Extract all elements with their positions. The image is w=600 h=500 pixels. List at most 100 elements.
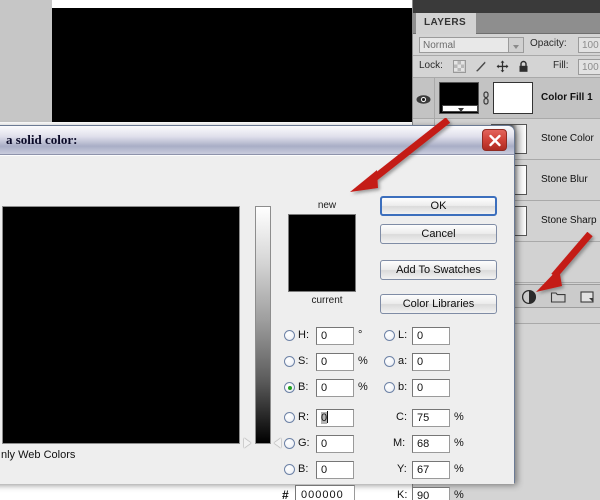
saturation-unit: % bbox=[358, 355, 368, 367]
add-to-swatches-label: Add To Swatches bbox=[396, 264, 481, 276]
ok-button[interactable]: OK bbox=[380, 196, 497, 216]
lock-position-icon[interactable] bbox=[496, 60, 509, 73]
lock-transparent-pixels-icon[interactable] bbox=[453, 60, 466, 73]
lock-image-pixels-icon[interactable] bbox=[474, 60, 487, 73]
lab-b-input[interactable]: 0 bbox=[412, 379, 450, 397]
chevron-down-icon[interactable] bbox=[509, 37, 524, 53]
green-label: G: bbox=[298, 437, 310, 449]
magenta-unit: % bbox=[454, 437, 464, 449]
text-caret bbox=[327, 411, 329, 423]
photoshop-screenshot: LAYERS Normal Opacity: 100 Lock: Fill: 1… bbox=[0, 0, 600, 500]
radio-hue[interactable] bbox=[284, 330, 295, 341]
dialog-title-bar[interactable]: a solid color: bbox=[0, 126, 514, 155]
radio-red[interactable] bbox=[284, 412, 295, 423]
color-slider-strip[interactable] bbox=[255, 206, 271, 444]
hue-label: H: bbox=[298, 329, 309, 341]
lock-all-icon[interactable] bbox=[517, 60, 530, 73]
new-color-label: new bbox=[317, 200, 337, 211]
table-row[interactable]: Color Fill 1 bbox=[413, 78, 600, 119]
opacity-input[interactable]: 100 bbox=[578, 37, 600, 53]
lab-b-value: 0 bbox=[417, 382, 424, 394]
blue-input[interactable]: 0 bbox=[316, 461, 354, 479]
new-layer-icon[interactable] bbox=[579, 289, 596, 305]
lock-row: Lock: Fill: 100 bbox=[413, 56, 600, 78]
cancel-button-label: Cancel bbox=[421, 228, 456, 240]
adjustment-layer-icon[interactable] bbox=[521, 289, 538, 305]
cyan-input[interactable]: 75 bbox=[412, 409, 450, 427]
green-value: 0 bbox=[321, 438, 328, 450]
black-unit: % bbox=[454, 489, 464, 500]
lab-a-input[interactable]: 0 bbox=[412, 353, 450, 371]
radio-lab-b[interactable] bbox=[384, 382, 395, 393]
yellow-value: 67 bbox=[417, 464, 430, 476]
toolbar-gutter bbox=[0, 0, 52, 122]
green-input[interactable]: 0 bbox=[316, 435, 354, 453]
lightness-value: 0 bbox=[417, 330, 424, 342]
document-canvas[interactable] bbox=[52, 8, 412, 122]
panel-title-bar[interactable] bbox=[413, 0, 600, 13]
radio-lab-a[interactable] bbox=[384, 356, 395, 367]
slider-handle-left-icon[interactable] bbox=[244, 438, 251, 448]
blend-mode-select[interactable]: Normal bbox=[419, 37, 509, 53]
tab-layers-label: LAYERS bbox=[424, 17, 467, 28]
blend-mode-row: Normal Opacity: 100 bbox=[413, 34, 600, 56]
opacity-label: Opacity: bbox=[530, 38, 567, 49]
magenta-input[interactable]: 68 bbox=[412, 435, 450, 453]
cyan-label: C: bbox=[396, 411, 407, 423]
hex-symbol: # bbox=[282, 488, 289, 500]
opacity-value: 100 bbox=[582, 40, 599, 51]
color-field[interactable] bbox=[2, 206, 240, 444]
radio-saturation[interactable] bbox=[284, 356, 295, 367]
cancel-button[interactable]: Cancel bbox=[380, 224, 497, 244]
magenta-value: 68 bbox=[417, 438, 430, 450]
lock-icon-group bbox=[453, 60, 534, 78]
black-input[interactable]: 90 bbox=[412, 487, 450, 500]
saturation-value: 0 bbox=[321, 356, 328, 368]
hue-unit: ° bbox=[358, 329, 363, 341]
lightness-label: L: bbox=[398, 329, 408, 341]
link-mask-icon[interactable] bbox=[482, 91, 490, 105]
red-label: R: bbox=[298, 411, 309, 423]
brightness-input[interactable]: 0 bbox=[316, 379, 354, 397]
magenta-label: M: bbox=[393, 437, 406, 449]
fill-value: 100 bbox=[582, 62, 599, 73]
tab-layers[interactable]: LAYERS bbox=[416, 13, 477, 34]
layer-name: Stone Sharp bbox=[541, 215, 597, 226]
yellow-unit: % bbox=[454, 463, 464, 475]
only-web-colors-label: nly Web Colors bbox=[1, 449, 76, 461]
close-icon[interactable] bbox=[482, 129, 507, 151]
black-value: 90 bbox=[417, 490, 430, 500]
dialog-title: a solid color: bbox=[6, 132, 78, 147]
slider-handle-right-icon[interactable] bbox=[274, 438, 281, 448]
color-libraries-button[interactable]: Color Libraries bbox=[380, 294, 497, 314]
layer-visibility-cell[interactable] bbox=[413, 78, 435, 118]
eye-icon[interactable] bbox=[416, 92, 431, 104]
radio-brightness[interactable] bbox=[284, 382, 295, 393]
saturation-label: S: bbox=[298, 355, 309, 367]
radio-blue[interactable] bbox=[284, 464, 295, 475]
color-slider[interactable] bbox=[244, 206, 281, 448]
layer-mask-thumbnail[interactable] bbox=[493, 82, 533, 114]
layer-name: Stone Color bbox=[541, 133, 594, 144]
brightness-unit: % bbox=[358, 381, 368, 393]
layer-thumbnail[interactable] bbox=[439, 82, 479, 114]
lock-label: Lock: bbox=[419, 60, 443, 71]
color-picker-dialog: a solid color: new current OK Cancel Add… bbox=[0, 125, 515, 500]
ok-button-label: OK bbox=[430, 200, 447, 212]
yellow-input[interactable]: 67 bbox=[412, 461, 450, 479]
lab-b-label: b: bbox=[398, 381, 408, 393]
new-color-swatch[interactable] bbox=[288, 214, 356, 292]
new-group-icon[interactable] bbox=[550, 289, 567, 305]
gradient-stop-bar bbox=[442, 105, 478, 112]
lab-a-value: 0 bbox=[417, 356, 424, 368]
hue-input[interactable]: 0 bbox=[316, 327, 354, 345]
add-to-swatches-button[interactable]: Add To Swatches bbox=[380, 260, 497, 280]
fill-input[interactable]: 100 bbox=[578, 59, 600, 75]
red-input[interactable]: 0 bbox=[316, 409, 354, 427]
panel-tab-strip: LAYERS bbox=[413, 13, 600, 34]
lightness-input[interactable]: 0 bbox=[412, 327, 450, 345]
radio-green[interactable] bbox=[284, 438, 295, 449]
hex-input[interactable]: 000000 bbox=[295, 485, 355, 500]
radio-lightness[interactable] bbox=[384, 330, 395, 341]
saturation-input[interactable]: 0 bbox=[316, 353, 354, 371]
